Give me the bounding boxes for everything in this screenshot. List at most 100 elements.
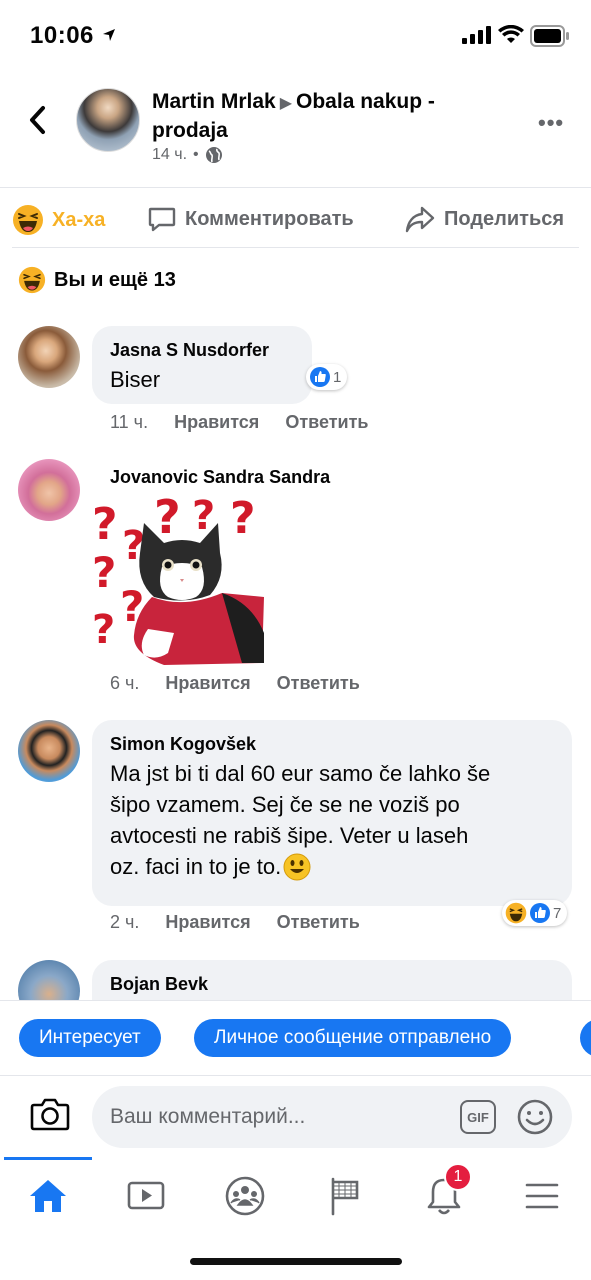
bottom-tab-bar: 1 bbox=[0, 1157, 591, 1237]
svg-text:?: ? bbox=[230, 493, 256, 544]
commenter-avatar[interactable] bbox=[18, 326, 80, 388]
camera-icon[interactable] bbox=[30, 1096, 70, 1132]
comment-bubble[interactable]: Jasna S Nusdorfer Biser bbox=[92, 326, 312, 404]
author-name[interactable]: Martin Mrlak bbox=[152, 90, 276, 113]
signal-icon bbox=[462, 26, 491, 44]
tab-pages[interactable] bbox=[315, 1171, 375, 1221]
triangle-right-icon: ▶ bbox=[279, 95, 293, 112]
comment-meta: 2 ч. Нравится Ответить bbox=[110, 912, 360, 933]
post-header: Martin Mrlak ▶ Obala nakup - prodaja 14 ч.… bbox=[0, 80, 591, 188]
comment-text: Biser bbox=[110, 367, 161, 392]
comment-text-line: Ma jst bi ti dal 60 eur samo če lahko še bbox=[110, 761, 491, 786]
comment-time[interactable]: 11 ч. bbox=[110, 412, 148, 433]
haha-reaction-icon bbox=[505, 902, 527, 924]
haha-emoji-icon bbox=[18, 266, 46, 294]
commenter-name[interactable]: Jovanovic Sandra Sandra bbox=[110, 465, 330, 489]
home-icon bbox=[30, 1180, 66, 1212]
reply-button[interactable]: Ответить bbox=[285, 412, 368, 433]
chip-partial[interactable] bbox=[580, 1019, 591, 1057]
svg-text:?: ? bbox=[92, 607, 115, 653]
tab-watch[interactable] bbox=[116, 1171, 176, 1221]
cat-sticker[interactable]: ? ? ? ? ? ? ? ? ? bbox=[92, 493, 268, 669]
comment-icon bbox=[148, 207, 176, 232]
hamburger-menu-icon bbox=[525, 1183, 559, 1209]
commenter-avatar[interactable] bbox=[18, 960, 80, 1000]
react-button[interactable]: Ха-ха bbox=[12, 204, 105, 236]
comment-reactions[interactable]: 1 bbox=[306, 364, 348, 390]
post-meta: 14 ч. • bbox=[152, 146, 223, 164]
smiley-emoji-icon bbox=[283, 853, 311, 880]
tab-home[interactable] bbox=[18, 1171, 78, 1221]
video-icon bbox=[127, 1181, 165, 1210]
comment-text-line: oz. faci in to je to. bbox=[110, 854, 282, 879]
active-tab-indicator bbox=[4, 1157, 92, 1160]
commenter-name[interactable]: Simon Kogovšek bbox=[110, 732, 554, 756]
status-bar: 10:06 bbox=[0, 0, 591, 70]
comment-input[interactable] bbox=[92, 1086, 572, 1148]
reactions-summary-text: Вы и ещё 13 bbox=[54, 268, 176, 291]
groups-icon bbox=[225, 1176, 265, 1216]
share-icon bbox=[405, 206, 435, 233]
commenter-name[interactable]: Jasna S Nusdorfer bbox=[110, 338, 294, 362]
comment-last-line: oz. faci in to je to. bbox=[110, 851, 554, 882]
author-avatar[interactable] bbox=[76, 88, 140, 152]
like-button[interactable]: Нравится bbox=[174, 412, 259, 433]
commenter-avatar[interactable] bbox=[18, 459, 80, 521]
meta-separator: • bbox=[193, 146, 199, 163]
status-time: 10:06 bbox=[30, 22, 94, 49]
comment-time[interactable]: 2 ч. bbox=[110, 912, 139, 933]
tab-menu[interactable] bbox=[512, 1171, 572, 1221]
comment-button[interactable]: Комментировать bbox=[147, 204, 354, 234]
reaction-count: 7 bbox=[553, 904, 562, 922]
quick-reply-chips: Интересует Личное сообщение отправлено bbox=[0, 1000, 591, 1075]
comment-item: Bojan Bevk bbox=[0, 960, 591, 1000]
like-reaction-icon bbox=[310, 367, 330, 387]
reply-button[interactable]: Ответить bbox=[277, 673, 360, 694]
emoji-icon[interactable] bbox=[516, 1098, 554, 1136]
comment-meta: 11 ч. Нравится Ответить bbox=[110, 412, 369, 433]
location-arrow-icon bbox=[103, 29, 115, 41]
battery-icon bbox=[530, 25, 569, 47]
svg-text:?: ? bbox=[92, 499, 118, 550]
post-title: Martin Mrlak ▶ Obala nakup - prodaja bbox=[152, 88, 512, 144]
post-age[interactable]: 14 ч. bbox=[152, 146, 187, 164]
share-button[interactable]: Поделиться bbox=[404, 204, 564, 234]
share-label: Поделиться bbox=[444, 207, 565, 230]
chip-message-sent[interactable]: Личное сообщение отправлено bbox=[194, 1019, 512, 1057]
back-button[interactable] bbox=[22, 102, 52, 138]
gif-button[interactable]: GIF bbox=[460, 1100, 496, 1134]
like-reaction-icon bbox=[530, 903, 550, 923]
flag-icon bbox=[331, 1177, 359, 1216]
svg-text:?: ? bbox=[154, 493, 181, 544]
reaction-count: 1 bbox=[333, 368, 342, 386]
commenter-avatar[interactable] bbox=[18, 720, 80, 782]
comment-label: Комментировать bbox=[185, 207, 354, 230]
tab-groups[interactable] bbox=[215, 1171, 275, 1221]
wifi-icon bbox=[498, 25, 524, 43]
comment-bubble[interactable]: Simon Kogovšek Ma jst bi ti dal 60 eur s… bbox=[92, 720, 572, 906]
react-label: Ха-ха bbox=[52, 208, 106, 231]
like-button[interactable]: Нравится bbox=[165, 673, 250, 694]
chevron-left-icon bbox=[30, 106, 45, 134]
commenter-name[interactable]: Bojan Bevk bbox=[110, 972, 554, 996]
globe-icon bbox=[205, 147, 222, 163]
comment-text-line: avtocesti ne rabiš šipe. Veter u laseh bbox=[110, 823, 469, 848]
notification-badge: 1 bbox=[444, 1163, 472, 1191]
comment-bubble[interactable]: Bojan Bevk bbox=[92, 960, 572, 1000]
svg-text:?: ? bbox=[92, 548, 116, 597]
more-options-button[interactable]: ••• bbox=[538, 110, 564, 136]
comment-time[interactable]: 6 ч. bbox=[110, 673, 139, 694]
comment-reactions[interactable]: 7 bbox=[502, 900, 568, 926]
comment-text-line: šipo vzamem. Sej če se ne voziš po bbox=[110, 792, 460, 817]
comment-composer: GIF bbox=[0, 1075, 591, 1157]
home-indicator bbox=[190, 1258, 402, 1265]
action-bar: Ха-ха Комментировать Поделиться bbox=[12, 190, 579, 248]
comment-meta: 6 ч. Нравится Ответить bbox=[110, 673, 360, 694]
like-button[interactable]: Нравится bbox=[165, 912, 250, 933]
tab-notifications[interactable]: 1 bbox=[414, 1163, 474, 1221]
chip-interested[interactable]: Интересует bbox=[19, 1019, 161, 1057]
haha-emoji-icon bbox=[13, 205, 43, 235]
comment-text: Ma jst bi ti dal 60 eur samo če lahko še… bbox=[110, 758, 554, 882]
reactions-summary[interactable]: Вы и ещё 13 bbox=[18, 266, 176, 294]
reply-button[interactable]: Ответить bbox=[277, 912, 360, 933]
